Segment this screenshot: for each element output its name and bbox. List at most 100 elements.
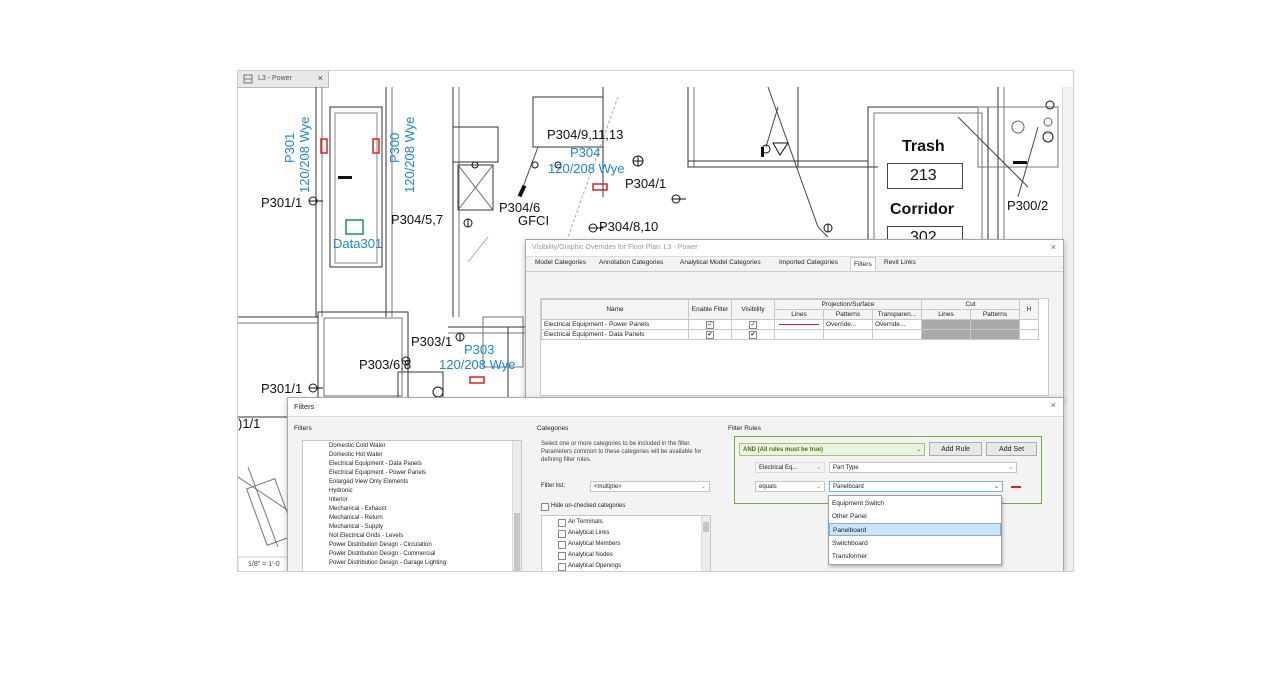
rule-value-select[interactable]: Panelboard ⌄	[829, 481, 1003, 492]
list-item[interactable]: Analytical Members	[568, 541, 620, 547]
list-item[interactable]: Analytical Nodes	[568, 552, 613, 558]
add-rule-button[interactable]: Add Rule	[929, 442, 982, 456]
chevron-down-icon: ⌄	[815, 484, 821, 490]
table-row[interactable]: Electrical Equipment - Data Panels ✔ ✔	[541, 329, 1039, 340]
list-item[interactable]: Analytical Links	[568, 530, 609, 536]
filters-dialog-titlebar: Filters ×	[288, 398, 1063, 417]
cut-lines-cell	[921, 329, 971, 340]
visibility-checkbox[interactable]: ✓	[749, 320, 757, 329]
list-item[interactable]: Domestic Cold Water	[329, 443, 385, 449]
list-item[interactable]: Power Distribution Design - Garage Light…	[329, 560, 446, 566]
tab-revit-links[interactable]: Revit Links	[884, 259, 916, 266]
add-set-button[interactable]: Add Set	[986, 442, 1037, 456]
rule-operator-value: equals	[759, 484, 777, 490]
col-cut-patterns[interactable]: Patterns	[970, 309, 1020, 320]
data-label-data301: Data301	[333, 236, 383, 251]
list-item[interactable]: Analytical Openings	[568, 563, 621, 569]
filters-list-scrollbar[interactable]	[512, 441, 521, 571]
rule-category-value: Electrical Eq...	[759, 465, 798, 471]
close-icon[interactable]: ×	[1051, 242, 1056, 252]
col-cut-lines[interactable]: Lines	[921, 309, 971, 320]
col-enable-filter[interactable]: Enable Filter	[688, 299, 732, 320]
category-checkbox[interactable]	[558, 563, 566, 571]
tab-filters[interactable]: Filters	[850, 257, 876, 271]
rule-parameter-select[interactable]: Part Type ⌄	[829, 462, 1017, 473]
list-item[interactable]: Mechanical - Exhaust	[329, 506, 386, 512]
filters-heading: Filters	[294, 425, 312, 432]
proj-lines-cell[interactable]	[774, 319, 824, 330]
rule-category-select[interactable]: Electrical Eq... ⌄	[755, 462, 825, 473]
list-item[interactable]: Not Electrical Grids - Levels	[329, 533, 403, 539]
list-item[interactable]: Electrical Equipment - Power Panels	[329, 470, 426, 476]
proj-lines-cell[interactable]	[774, 329, 824, 340]
tab-analytical-model-categories[interactable]: Analytical Model Categories	[680, 259, 761, 266]
view-tab-l3-power[interactable]: L3 - Power ×	[238, 71, 329, 88]
tab-annotation-categories[interactable]: Annotation Categories	[599, 259, 663, 266]
list-item[interactable]: Power Distribution Design - Circulation	[329, 542, 432, 548]
remove-rule-icon[interactable]	[1011, 486, 1021, 488]
proj-transparency-cell[interactable]: Override...	[872, 319, 922, 330]
chevron-down-icon: ⌄	[915, 447, 921, 453]
row-name[interactable]: Electrical Equipment - Power Panels	[541, 319, 689, 330]
list-item[interactable]: Interior	[329, 497, 348, 503]
rule-set-box: AND (All rules must be true) ⌄ Add Rule A…	[734, 436, 1042, 504]
categories-list-scrollbar[interactable]	[701, 516, 710, 571]
close-icon[interactable]: ×	[1051, 400, 1056, 410]
view-tab-title: L3 - Power	[258, 75, 292, 82]
filters-grid: Name Enable Filter Visibility Projection…	[541, 299, 1039, 340]
halftone-cell[interactable]	[1019, 319, 1039, 330]
col-halftone[interactable]: H	[1019, 299, 1039, 320]
proj-patterns-cell[interactable]	[823, 329, 873, 340]
view-scale[interactable]: 1/8" = 1'-0	[248, 561, 280, 568]
col-name[interactable]: Name	[541, 299, 689, 320]
list-item[interactable]: Mechanical - Supply	[329, 524, 383, 530]
filter-list-select[interactable]: <multiple> ⌄	[590, 481, 710, 492]
room-number-213: 213	[910, 167, 937, 184]
list-item[interactable]: Enlarged View Only Elements	[329, 479, 408, 485]
enable-filter-checkbox[interactable]: ✓	[706, 320, 714, 329]
category-checkbox[interactable]	[558, 519, 566, 527]
close-icon[interactable]: ×	[318, 73, 323, 83]
category-checkbox[interactable]	[558, 530, 566, 538]
panel-label-p300: P300	[387, 132, 402, 163]
table-row[interactable]: Electrical Equipment - Power Panels ✓ ✓ …	[541, 319, 1039, 330]
list-item[interactable]: Hydronic	[329, 488, 353, 494]
dropdown-option[interactable]: Equipment Switch	[829, 497, 1001, 510]
panel-voltage-p303: 120/208 Wye	[439, 357, 516, 372]
dropdown-option[interactable]: Switchboard	[829, 537, 1001, 550]
filters-list[interactable]: Domestic Cold Water Domestic Hot Water E…	[302, 440, 522, 571]
halftone-cell[interactable]	[1019, 329, 1039, 340]
rule-group-value: AND (All rules must be true)	[743, 447, 824, 453]
dropdown-option-selected[interactable]: Panelboard	[829, 523, 1001, 536]
revit-window: L3 - Power × P301 120/208 Wye P300 120/2…	[237, 70, 1074, 572]
list-item[interactable]: Domestic Hot Water	[329, 452, 382, 458]
col-visibility[interactable]: Visibility	[731, 299, 775, 320]
list-item[interactable]: Electrical Equipment - Data Panels	[329, 461, 422, 467]
col-proj-transparency[interactable]: Transparen...	[872, 309, 922, 320]
category-checkbox[interactable]	[558, 552, 566, 560]
hide-unchecked-checkbox[interactable]	[541, 503, 549, 511]
list-item[interactable]: Power Distribution Design - Commercial	[329, 551, 435, 557]
col-cut: Cut	[921, 299, 1020, 310]
filters-dialog-title: Filters	[294, 402, 315, 411]
row-name[interactable]: Electrical Equipment - Data Panels	[541, 329, 689, 340]
tab-imported-categories[interactable]: Imported Categories	[779, 259, 838, 266]
dropdown-option[interactable]: Other Panel	[829, 510, 1001, 523]
list-item[interactable]: Air Terminals	[568, 519, 603, 525]
rule-group-select[interactable]: AND (All rules must be true) ⌄	[739, 443, 925, 456]
rule-operator-select[interactable]: equals ⌄	[755, 481, 825, 492]
visibility-checkbox[interactable]: ✔	[749, 330, 757, 339]
proj-patterns-cell[interactable]: Override...	[823, 319, 873, 330]
tab-model-categories[interactable]: Model Categories	[535, 259, 586, 266]
proj-transparency-cell[interactable]	[872, 329, 922, 340]
enable-filter-checkbox[interactable]: ✔	[706, 330, 714, 339]
col-proj-patterns[interactable]: Patterns	[823, 309, 873, 320]
vg-tab-strip: Model Categories Annotation Categories A…	[526, 257, 1063, 272]
categories-list[interactable]: Air Terminals Analytical Links Analytica…	[541, 515, 711, 571]
list-item[interactable]: Mechanical - Return	[329, 515, 383, 521]
circuit-label-p303-6-8: P303/6,8	[359, 357, 412, 372]
category-checkbox[interactable]	[558, 541, 566, 549]
dropdown-option[interactable]: Transformer	[829, 550, 1001, 563]
col-proj-lines[interactable]: Lines	[774, 309, 824, 320]
cut-patterns-cell	[970, 329, 1020, 340]
